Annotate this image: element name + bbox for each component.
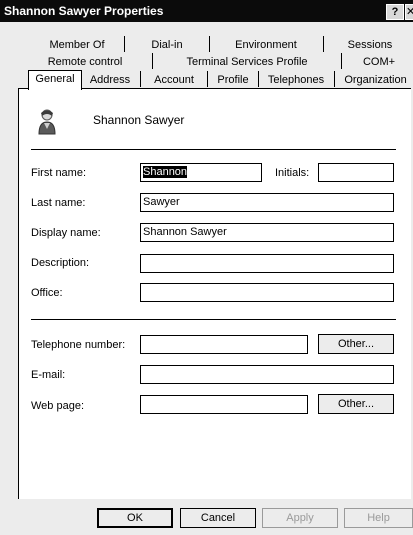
web-page-other-button[interactable]: Other... <box>318 394 394 414</box>
title-bar[interactable]: Shannon Sawyer Properties ? ✕ <box>0 0 413 22</box>
tab-dial-in[interactable]: Dial-in <box>130 37 204 53</box>
tab-separator <box>207 71 208 87</box>
tab-separator <box>323 36 324 52</box>
properties-dialog: Shannon Sawyer Properties ? ✕ Member Of … <box>0 0 413 535</box>
web-page-label: Web page: <box>31 400 85 412</box>
tab-telephones[interactable]: Telephones <box>262 72 330 88</box>
tab-profile[interactable]: Profile <box>211 72 255 88</box>
cancel-button[interactable]: Cancel <box>180 508 256 528</box>
first-name-value: Shannon <box>143 166 188 178</box>
general-tab-panel: Shannon Sawyer First name: Shannon Initi… <box>18 88 411 499</box>
last-name-field[interactable]: Sawyer <box>140 193 394 212</box>
help-title-button[interactable]: ? <box>386 4 404 20</box>
last-name-label: Last name: <box>31 197 86 209</box>
section-divider <box>31 149 396 150</box>
first-name-label: First name: <box>31 167 87 179</box>
user-icon <box>38 109 56 135</box>
tab-separator <box>209 36 210 52</box>
office-field[interactable] <box>140 283 394 302</box>
telephone-other-button[interactable]: Other... <box>318 334 394 354</box>
email-field[interactable] <box>140 365 394 384</box>
tab-terminal-services-profile[interactable]: Terminal Services Profile <box>157 54 337 70</box>
display-name-field[interactable]: Shannon Sawyer <box>140 223 394 242</box>
tab-separator <box>124 36 125 52</box>
window-title: Shannon Sawyer Properties <box>4 4 164 18</box>
tab-member-of[interactable]: Member Of <box>34 37 120 53</box>
tab-separator <box>152 53 153 69</box>
email-label: E-mail: <box>31 369 66 381</box>
web-page-field[interactable] <box>140 395 308 414</box>
tab-account[interactable]: Account <box>144 72 204 88</box>
description-label: Description: <box>31 257 90 269</box>
tab-environment[interactable]: Environment <box>214 37 318 53</box>
initials-field[interactable] <box>318 163 394 182</box>
display-name-label: Display name: <box>31 227 101 239</box>
first-name-field[interactable]: Shannon <box>140 163 262 182</box>
tab-separator <box>258 71 259 87</box>
tab-address[interactable]: Address <box>84 72 136 88</box>
telephone-field[interactable] <box>140 335 308 354</box>
tab-separator <box>341 53 342 69</box>
section-divider <box>31 319 396 320</box>
tab-com-plus[interactable]: COM+ <box>346 54 412 70</box>
apply-button[interactable]: Apply <box>262 508 338 528</box>
description-field[interactable] <box>140 254 394 273</box>
tab-remote-control[interactable]: Remote control <box>22 54 148 70</box>
initials-label: Initials: <box>275 167 310 179</box>
help-button[interactable]: Help <box>344 508 413 528</box>
tab-sessions[interactable]: Sessions <box>328 37 412 53</box>
user-display-header: Shannon Sawyer <box>93 113 185 127</box>
ok-button[interactable]: OK <box>97 508 173 528</box>
office-label: Office: <box>31 287 63 299</box>
tab-general[interactable]: General <box>28 70 82 90</box>
close-title-button[interactable]: ✕ <box>405 4 413 20</box>
tab-separator <box>334 71 335 87</box>
tab-organization[interactable]: Organization <box>338 72 413 88</box>
telephone-label: Telephone number: <box>31 339 126 351</box>
tab-separator <box>140 71 141 87</box>
